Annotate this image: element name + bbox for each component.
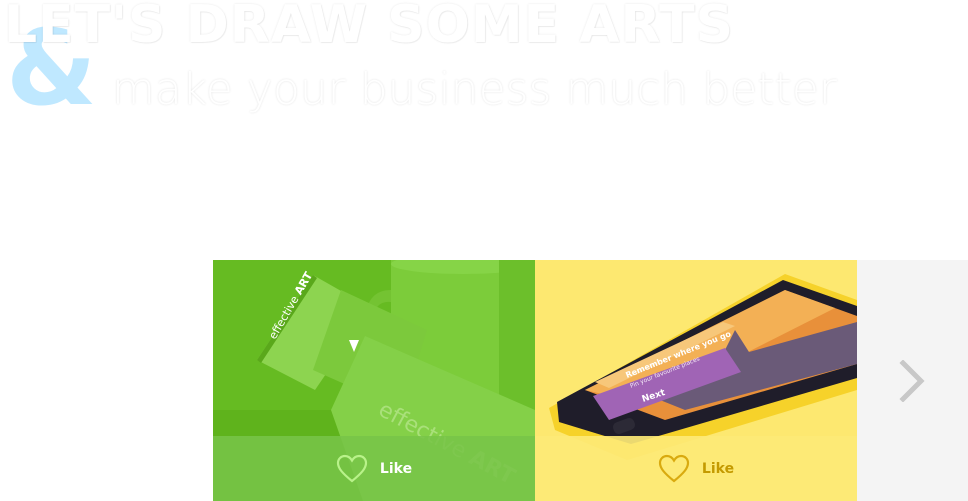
portfolio-tile-business-cards[interactable]: effective ART effective ART Like (213, 260, 535, 501)
portfolio-gallery: effective ART effective ART Like (213, 260, 968, 501)
chevron-right-icon (899, 360, 925, 402)
like-button[interactable]: Like (535, 436, 857, 501)
hero-title: LET'S DRAW SOME ARTS (4, 0, 735, 55)
heart-outline-icon (658, 454, 690, 482)
like-button[interactable]: Like (213, 436, 535, 501)
hero-subtitle: make your business much better (112, 64, 837, 115)
like-label: Like (701, 460, 735, 477)
heart-outline-icon (336, 454, 368, 482)
portfolio-tile-mobile-app[interactable]: Next Remember where you go Pin your favo… (535, 260, 857, 501)
next-slide-button[interactable] (857, 260, 968, 501)
like-label: Like (379, 460, 413, 477)
